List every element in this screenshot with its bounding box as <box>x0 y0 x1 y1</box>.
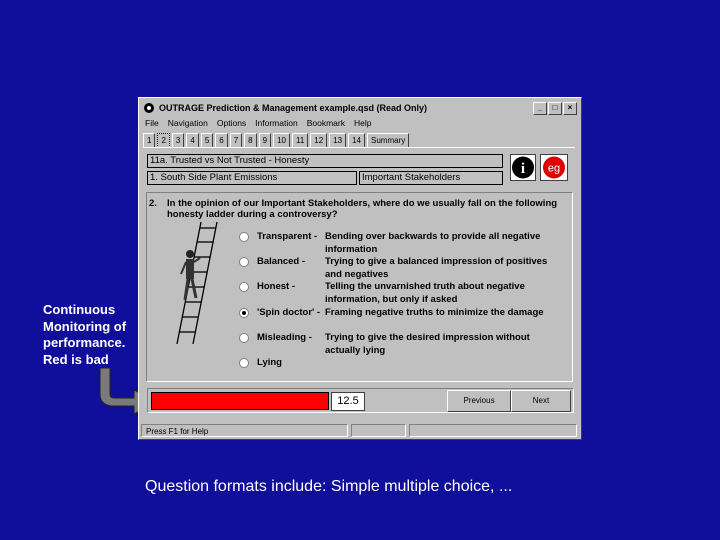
ladder-illustration <box>176 221 218 345</box>
radio-transparent[interactable] <box>239 232 249 242</box>
tab-7[interactable]: 7 <box>229 133 243 147</box>
option-desc: Bending over backwards to provide all ne… <box>325 231 541 255</box>
status-panel-3 <box>409 424 577 437</box>
radio-misleading[interactable] <box>239 333 249 343</box>
tab-11[interactable]: 11 <box>291 133 309 147</box>
tab-strip: 1 2 3 4 5 6 7 8 9 10 11 12 13 14 Summary <box>143 133 410 148</box>
close-button[interactable]: × <box>563 102 577 115</box>
option-label: Lying <box>257 357 282 368</box>
option-label: Misleading - <box>257 332 312 343</box>
minimize-button[interactable]: _ <box>533 102 547 115</box>
option-label: Balanced - <box>257 256 306 267</box>
score-value: 12.5 <box>331 392 365 411</box>
radio-honest[interactable] <box>239 282 249 292</box>
status-panel-2 <box>351 424 406 437</box>
tab-summary[interactable]: Summary <box>367 133 410 147</box>
tab-9[interactable]: 9 <box>258 133 272 147</box>
radio-balanced[interactable] <box>239 257 249 267</box>
radio-lying[interactable] <box>239 358 249 368</box>
option-misleading[interactable]: Misleading - Trying to give the desired … <box>239 332 565 357</box>
menu-bar: File Navigation Options Information Book… <box>145 117 371 129</box>
option-desc: Framing negative truths to minimize the … <box>325 307 544 318</box>
menu-help[interactable]: Help <box>354 117 371 129</box>
option-desc: Trying to give the desired impression wi… <box>325 332 530 356</box>
tab-6[interactable]: 6 <box>215 133 228 147</box>
tab-14[interactable]: 14 <box>348 133 366 147</box>
info-button[interactable]: i <box>510 154 536 181</box>
previous-button[interactable]: Previous <box>447 390 511 412</box>
option-label: 'Spin doctor' - <box>257 307 321 318</box>
option-desc: Telling the unvarnished truth about nega… <box>325 281 525 305</box>
performance-bar <box>151 392 329 410</box>
plant-field: 1. South Side Plant Emissions <box>147 171 357 185</box>
info-icon: i <box>512 156 534 179</box>
window-title: OUTRAGE Prediction & Management example.… <box>159 103 428 113</box>
maximize-button[interactable]: □ <box>548 102 562 115</box>
option-label: Transparent - <box>257 231 318 242</box>
question-text: In the opinion of our Important Stakehol… <box>167 198 558 220</box>
topic-field: 11a. Trusted vs Not Trusted - Honesty <box>147 154 503 168</box>
stakeholders-field: Important Stakeholders <box>359 171 503 185</box>
menu-options[interactable]: Options <box>217 117 246 129</box>
tab-3[interactable]: 3 <box>171 133 185 147</box>
tab-10[interactable]: 10 <box>273 133 290 147</box>
option-desc <box>325 357 565 370</box>
tab-13[interactable]: 13 <box>329 133 347 147</box>
option-label: Honest - <box>257 281 295 292</box>
option-honest[interactable]: Honest - Telling the unvarnished truth a… <box>239 281 565 306</box>
tab-8[interactable]: 8 <box>244 133 257 147</box>
radio-spin-doctor[interactable] <box>239 308 249 318</box>
tab-4[interactable]: 4 <box>186 133 199 147</box>
tab-12[interactable]: 12 <box>310 133 328 147</box>
tab-5[interactable]: 5 <box>200 133 214 147</box>
menu-information[interactable]: Information <box>255 117 298 129</box>
tab-divider <box>143 147 575 148</box>
app-window: OUTRAGE Prediction & Management example.… <box>138 97 582 440</box>
tab-1[interactable]: 1 <box>143 133 156 147</box>
option-spin-doctor[interactable]: 'Spin doctor' - Framing negative truths … <box>239 307 565 320</box>
title-bar[interactable]: OUTRAGE Prediction & Management example.… <box>141 100 579 116</box>
option-desc: Trying to give a balanced impression of … <box>325 256 548 280</box>
option-lying[interactable]: Lying <box>239 357 565 370</box>
example-icon: eg <box>543 156 565 179</box>
next-button[interactable]: Next <box>511 390 571 412</box>
menu-navigation[interactable]: Navigation <box>168 117 208 129</box>
question-number: 2. <box>149 198 157 209</box>
example-icon-glyph: eg <box>548 163 560 175</box>
menu-file[interactable]: File <box>145 117 159 129</box>
menu-bookmark[interactable]: Bookmark <box>307 117 345 129</box>
callout-text: Continuous Monitoring of performance. Re… <box>43 302 127 367</box>
tab-2[interactable]: 2 <box>157 133 170 148</box>
option-transparent[interactable]: Transparent - Bending over backwards to … <box>239 231 565 256</box>
app-icon <box>144 103 154 113</box>
status-bar: Press F1 for Help <box>141 424 348 437</box>
info-icon-glyph: i <box>521 161 525 177</box>
slide-caption: Question formats include: Simple multipl… <box>145 478 513 495</box>
example-button[interactable]: eg <box>540 154 568 181</box>
option-balanced[interactable]: Balanced - Trying to give a balanced imp… <box>239 256 565 281</box>
